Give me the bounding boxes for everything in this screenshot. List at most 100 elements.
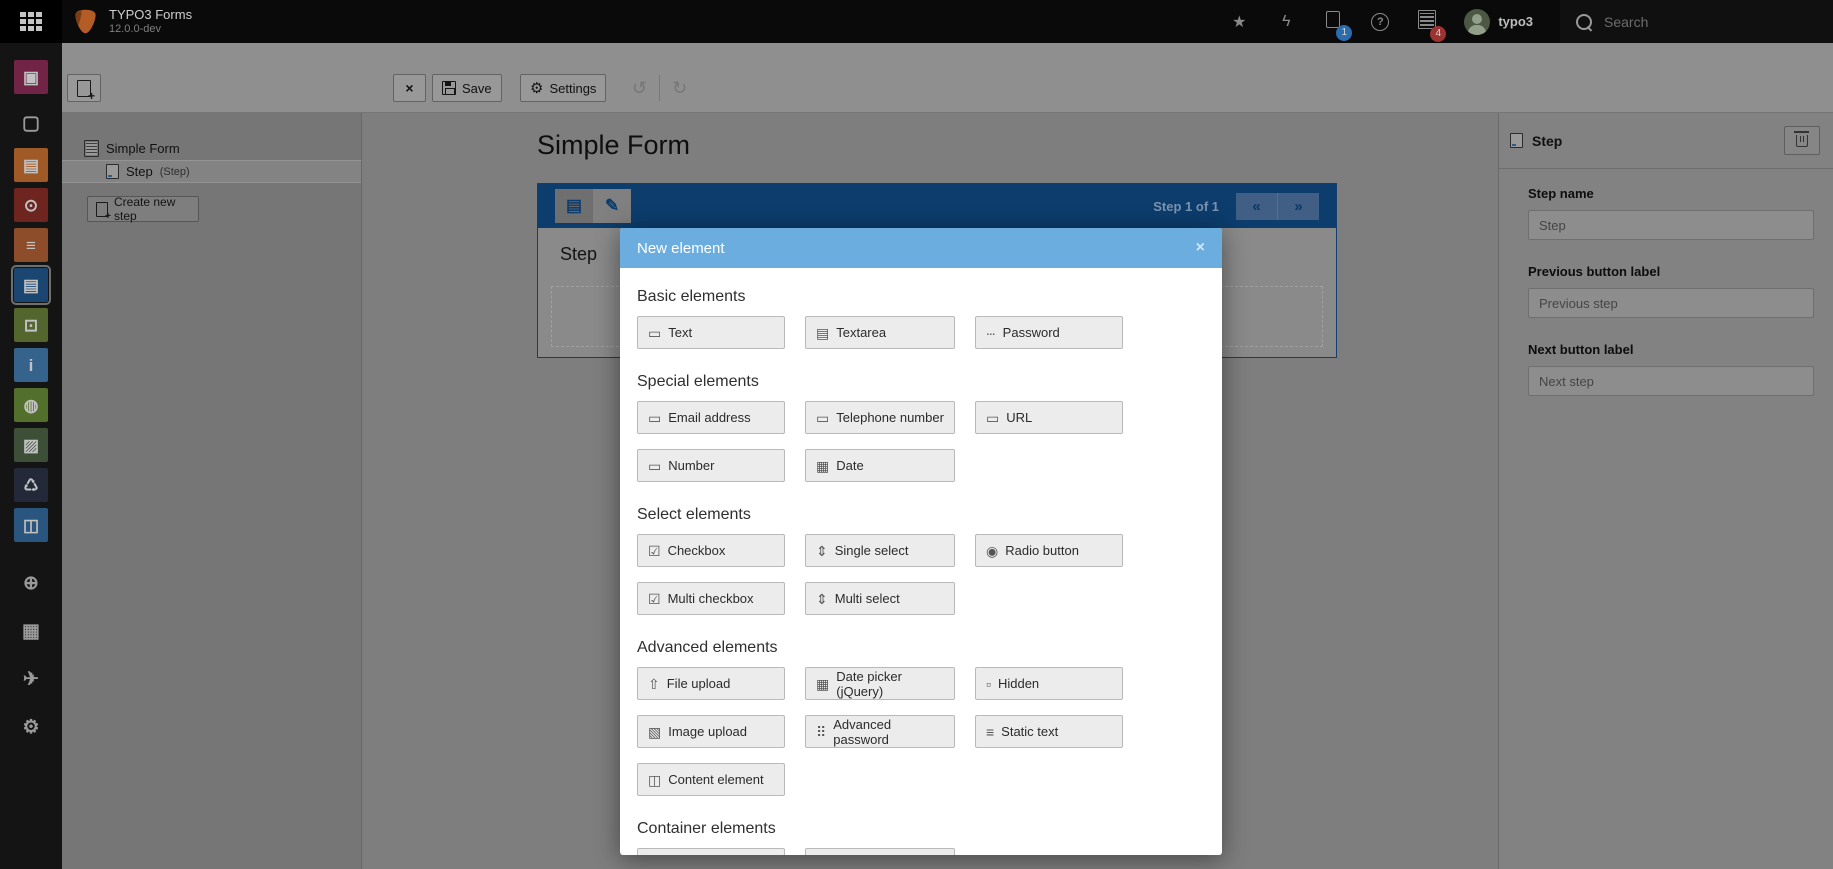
close-icon: ×: [405, 80, 413, 96]
document-plus-icon: [96, 202, 108, 217]
redo-icon[interactable]: ↻: [660, 78, 699, 99]
new-element-hidden-button[interactable]: ▫Hidden: [975, 667, 1123, 700]
tree-item-step[interactable]: Step (Step): [62, 160, 361, 183]
trash-icon: [1796, 135, 1808, 147]
chevron-left-icon: «: [1252, 198, 1260, 215]
new-element-email-address-button[interactable]: ▭Email address: [637, 401, 785, 434]
sidebar-module-recycler[interactable]: ♺: [14, 468, 48, 502]
new-element-multi-checkbox-button[interactable]: ☑ Multi checkbox: [637, 582, 785, 615]
settings-button[interactable]: ⚙ Settings: [520, 74, 606, 102]
help-icon[interactable]: ?: [1370, 12, 1390, 31]
bookmark-star-icon[interactable]: ★: [1229, 12, 1249, 32]
sidebar-module-records[interactable]: ≡: [14, 228, 48, 262]
new-element-file-upload-button[interactable]: ⇧File upload: [637, 667, 785, 700]
topbar-search: [1560, 0, 1833, 43]
save-button[interactable]: Save: [432, 74, 502, 102]
search-input[interactable]: [1602, 13, 1806, 31]
element-label: Advanced password: [833, 717, 944, 747]
next-step-button[interactable]: »: [1277, 193, 1319, 220]
previous-step-button[interactable]: «: [1236, 193, 1277, 220]
overlap-squares-icon: ⊡: [24, 317, 38, 334]
element-label: Multi checkbox: [668, 591, 754, 606]
modal-section-basic-elements: Basic elements▭Text▤Textarea∙∙∙Password: [637, 288, 1205, 349]
new-element-content-element-button[interactable]: ◫ Content element: [637, 763, 785, 796]
element-label: Single select: [835, 543, 909, 558]
sidebar-module-page[interactable]: ▢: [14, 106, 48, 140]
undo-icon[interactable]: ↺: [620, 78, 659, 99]
checkbox-icon: ☑: [648, 544, 660, 558]
previous-button-label-input[interactable]: [1528, 288, 1814, 318]
system-log-icon[interactable]: 4: [1417, 10, 1437, 34]
sidebar-module-upgrade[interactable]: ✈: [14, 662, 48, 696]
new-element-checkbox-button[interactable]: ☑Checkbox: [637, 534, 785, 567]
abstract-view-button[interactable]: ▤: [555, 189, 593, 223]
grid-menu-icon: [20, 12, 42, 32]
next-button-label-input[interactable]: [1528, 366, 1814, 396]
presentation-icon: ▨: [23, 437, 39, 454]
sidebar-module-reports[interactable]: ▨: [14, 428, 48, 462]
new-element-text-button[interactable]: ▭Text: [637, 316, 785, 349]
tree-item-form-root[interactable]: Simple Form: [62, 137, 361, 160]
sidebar-module-filelist[interactable]: ▦: [14, 614, 48, 648]
step-name-input[interactable]: [1528, 210, 1814, 240]
create-new-step-button[interactable]: Create new step: [87, 196, 199, 222]
page-icon: ▢: [22, 114, 40, 133]
checkbox-icon: ☑: [648, 592, 660, 606]
gear-icon: ⚙: [530, 81, 543, 96]
form-preview-icon: ▤: [566, 196, 582, 216]
element-label: Number: [668, 458, 714, 473]
sidebar-module-forms[interactable]: ▤: [14, 268, 48, 302]
sidebar-module-view[interactable]: ⊙: [14, 188, 48, 222]
new-element-advanced-password-button[interactable]: ⠿Advanced password: [805, 715, 955, 748]
document-icon: ▤: [23, 157, 39, 174]
element-label: Content element: [668, 772, 763, 787]
layout-icon: ◫: [23, 517, 39, 534]
new-element-multi-select-button[interactable]: ⇕Multi select: [805, 582, 955, 615]
new-element-grid-row-button[interactable]: ▥Grid: Row: [805, 848, 955, 855]
new-element-fieldset-button[interactable]: ▤Fieldset: [637, 848, 785, 855]
new-element-static-text-button[interactable]: ≡Static text: [975, 715, 1123, 748]
edit-view-button[interactable]: ✎: [593, 189, 631, 223]
sidebar-module-list[interactable]: ▤: [14, 148, 48, 182]
globe-icon: ⊕: [23, 574, 39, 593]
delete-step-button[interactable]: [1784, 126, 1820, 155]
section-heading: Advanced elements: [637, 639, 1205, 657]
typo3-backend: TYPO3 Forms 12.0.0-dev ★ ϟ 1 ? 4 typo3: [0, 0, 1833, 869]
sidebar-module-seo[interactable]: ◍: [14, 388, 48, 422]
save-floppy-icon: [442, 81, 456, 95]
element-label: Date: [836, 458, 863, 473]
new-element-textarea-button[interactable]: ▤Textarea: [805, 316, 955, 349]
clear-cache-bolt-icon[interactable]: ϟ: [1276, 13, 1296, 31]
new-element-date-picker-jquery-button[interactable]: ▦Date picker (jQuery): [805, 667, 955, 700]
sidebar-module-workspaces[interactable]: ⊡: [14, 308, 48, 342]
new-element-password-button[interactable]: ∙∙∙Password: [975, 316, 1123, 349]
new-element-single-select-button[interactable]: ⇕Single select: [805, 534, 955, 567]
module-menu-toggle-button[interactable]: [0, 0, 62, 43]
new-element-radio-button-button[interactable]: ◉Radio button: [975, 534, 1123, 567]
chevron-right-icon: »: [1294, 198, 1302, 215]
sidebar-module-template[interactable]: ▣: [14, 60, 48, 94]
modal-close-icon[interactable]: ×: [1196, 240, 1205, 256]
content-element-icon: ◫: [648, 773, 660, 787]
calendar-icon: ▦: [816, 459, 828, 473]
opened-documents-icon[interactable]: 1: [1323, 11, 1343, 33]
new-element-date-button[interactable]: ▦ Date: [805, 449, 955, 482]
section-heading: Special elements: [637, 373, 1205, 391]
sidebar-module-site[interactable]: ⊕: [14, 566, 48, 600]
new-form-page-button[interactable]: [67, 74, 101, 102]
stage-step-title: Step: [560, 244, 597, 265]
globe-gears-icon: ◍: [24, 397, 39, 414]
inspector-field-step-name: Step name: [1528, 186, 1814, 240]
image-upload-icon: ▧: [648, 725, 660, 739]
element-label: Static text: [1001, 724, 1058, 739]
new-element-image-upload-button[interactable]: ▧Image upload: [637, 715, 785, 748]
rocket-icon: ✈: [23, 670, 39, 689]
close-form-editor-button[interactable]: ×: [393, 74, 426, 102]
new-element-number-button[interactable]: ▭Number: [637, 449, 785, 482]
sidebar-module-info[interactable]: i: [14, 348, 48, 382]
sidebar-module-layout[interactable]: ◫: [14, 508, 48, 542]
new-element-url-button[interactable]: ▭URL: [975, 401, 1123, 434]
user-menu-button[interactable]: typo3: [1464, 9, 1533, 35]
new-element-telephone-number-button[interactable]: ▭Telephone number: [805, 401, 955, 434]
sidebar-module-settings[interactable]: ⚙: [14, 710, 48, 744]
